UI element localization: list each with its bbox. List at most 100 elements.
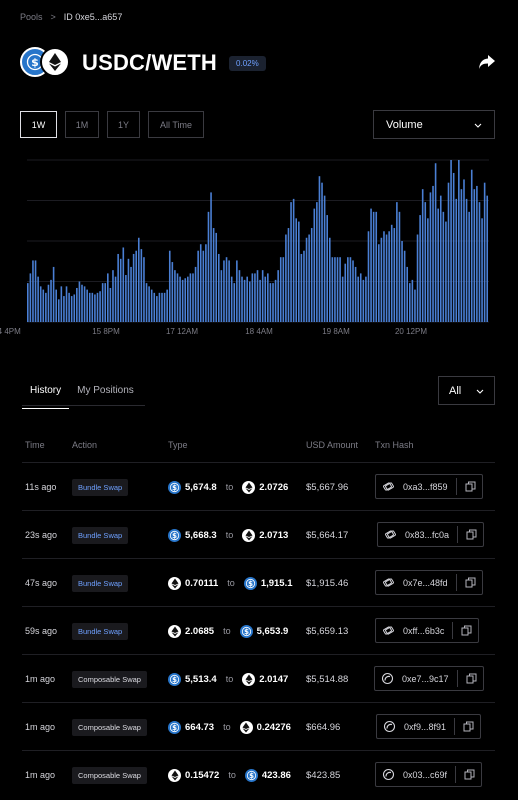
- chart-bar[interactable]: [194, 266, 197, 322]
- chart-bar[interactable]: [81, 284, 83, 322]
- chart-bar[interactable]: [344, 263, 347, 322]
- chart-bar[interactable]: [197, 250, 199, 322]
- chart-bar[interactable]: [130, 266, 132, 322]
- chart-bar[interactable]: [398, 211, 401, 322]
- range-1m-button[interactable]: 1M: [65, 111, 99, 138]
- chart-bar[interactable]: [313, 208, 316, 322]
- chart-bar[interactable]: [292, 198, 295, 322]
- txn-hash-link[interactable]: 0x03...c69f: [403, 770, 447, 780]
- txn-hash-box[interactable]: 0x03...c69f: [375, 762, 483, 787]
- chart-bar[interactable]: [310, 228, 313, 322]
- chart-bar[interactable]: [341, 276, 344, 322]
- chart-bar[interactable]: [411, 279, 414, 322]
- chart-bar[interactable]: [414, 289, 416, 322]
- txn-hash-link[interactable]: 0xf9...8f91: [404, 722, 446, 732]
- chart-bar[interactable]: [174, 270, 176, 322]
- txn-hash-box[interactable]: 0x7e...48fd: [375, 570, 483, 595]
- chart-bar[interactable]: [117, 253, 119, 322]
- chart-bar[interactable]: [455, 198, 458, 322]
- chart-bar[interactable]: [176, 273, 179, 322]
- chart-bar[interactable]: [396, 202, 398, 322]
- chart-bar[interactable]: [42, 289, 45, 322]
- chart-bar[interactable]: [179, 276, 181, 322]
- chart-bar[interactable]: [264, 276, 267, 322]
- chart-bar[interactable]: [282, 257, 285, 322]
- table-row[interactable]: 1m ago Composable Swap $664.73 to 0.24276 $66…: [22, 702, 495, 750]
- share-icon[interactable]: [478, 54, 496, 70]
- chart-bar[interactable]: [230, 276, 233, 322]
- copy-icon[interactable]: [463, 721, 474, 732]
- chart-bar[interactable]: [323, 195, 326, 322]
- chart-bar[interactable]: [390, 224, 393, 322]
- chart-bar[interactable]: [375, 211, 378, 322]
- txn-hash-link[interactable]: 0x7e...48fd: [403, 578, 448, 588]
- chart-bar[interactable]: [357, 276, 359, 322]
- chart-bar[interactable]: [254, 273, 256, 322]
- chart-bar[interactable]: [432, 185, 434, 322]
- chart-bar[interactable]: [259, 279, 261, 322]
- copy-icon[interactable]: [466, 673, 477, 684]
- chart-bar[interactable]: [468, 211, 470, 322]
- chart-bar[interactable]: [148, 286, 150, 322]
- txn-hash-box[interactable]: 0xf9...8f91: [376, 714, 482, 739]
- chart-bar[interactable]: [267, 273, 269, 322]
- chart-bar[interactable]: [388, 231, 390, 322]
- chart-bar[interactable]: [150, 289, 153, 322]
- chart-bar[interactable]: [137, 237, 140, 322]
- chart-bar[interactable]: [125, 275, 127, 322]
- chart-bar[interactable]: [153, 292, 156, 322]
- chart-bar[interactable]: [308, 234, 310, 322]
- range-1w-button[interactable]: 1W: [20, 111, 57, 138]
- chart-bar[interactable]: [228, 260, 230, 322]
- chart-bar[interactable]: [437, 208, 439, 322]
- chart-bar[interactable]: [205, 244, 207, 322]
- chart-bar[interactable]: [277, 270, 279, 322]
- chart-bar[interactable]: [39, 286, 42, 322]
- chart-bar[interactable]: [274, 279, 277, 322]
- chart-bar[interactable]: [68, 292, 70, 322]
- chart-bar[interactable]: [140, 249, 143, 322]
- chart-bar[interactable]: [127, 258, 130, 322]
- chart-bar[interactable]: [96, 292, 99, 322]
- chart-bar[interactable]: [57, 299, 60, 322]
- chart-bar[interactable]: [447, 182, 450, 322]
- chart-bar[interactable]: [458, 160, 460, 322]
- chart-bar[interactable]: [246, 276, 248, 322]
- chart-bar[interactable]: [187, 276, 189, 322]
- chart-bar[interactable]: [285, 234, 287, 322]
- chart-bar[interactable]: [298, 221, 300, 322]
- chart-bar[interactable]: [88, 292, 91, 322]
- chart-bar[interactable]: [202, 250, 205, 322]
- chart-bar[interactable]: [210, 192, 212, 322]
- chart-bar[interactable]: [326, 215, 328, 322]
- chart-bar[interactable]: [76, 287, 78, 322]
- chart-bar[interactable]: [287, 228, 290, 322]
- chart-bar[interactable]: [47, 284, 50, 322]
- chart-bar[interactable]: [383, 231, 385, 322]
- chart-bar[interactable]: [143, 257, 145, 322]
- txn-hash-box[interactable]: 0xa3...f859: [375, 474, 483, 499]
- chart-bar[interactable]: [248, 281, 251, 323]
- chart-bar[interactable]: [339, 257, 341, 322]
- chart-bar[interactable]: [378, 244, 380, 322]
- chart-bar[interactable]: [86, 289, 88, 322]
- chart-bar[interactable]: [380, 237, 383, 322]
- chart-bar[interactable]: [401, 241, 403, 322]
- chart-bar[interactable]: [331, 257, 334, 322]
- chart-bar[interactable]: [318, 176, 321, 322]
- chart-bar[interactable]: [55, 289, 57, 322]
- chart-bar[interactable]: [419, 215, 421, 322]
- chart-bar[interactable]: [220, 270, 223, 322]
- chart-bar[interactable]: [421, 189, 424, 322]
- chart-bar[interactable]: [460, 189, 463, 322]
- chart-bar[interactable]: [429, 192, 432, 322]
- chart-bar[interactable]: [328, 237, 331, 322]
- copy-icon[interactable]: [464, 769, 475, 780]
- table-row[interactable]: 59s ago Bundle Swap 2.0685 to $5,653.9 $5,659…: [22, 606, 495, 654]
- txn-hash-link[interactable]: 0xa3...f859: [403, 482, 448, 492]
- chart-bar[interactable]: [445, 221, 447, 322]
- chart-bar[interactable]: [233, 283, 236, 322]
- chart-bar[interactable]: [316, 202, 318, 322]
- chart-bar[interactable]: [27, 283, 29, 322]
- chart-bar[interactable]: [207, 211, 210, 322]
